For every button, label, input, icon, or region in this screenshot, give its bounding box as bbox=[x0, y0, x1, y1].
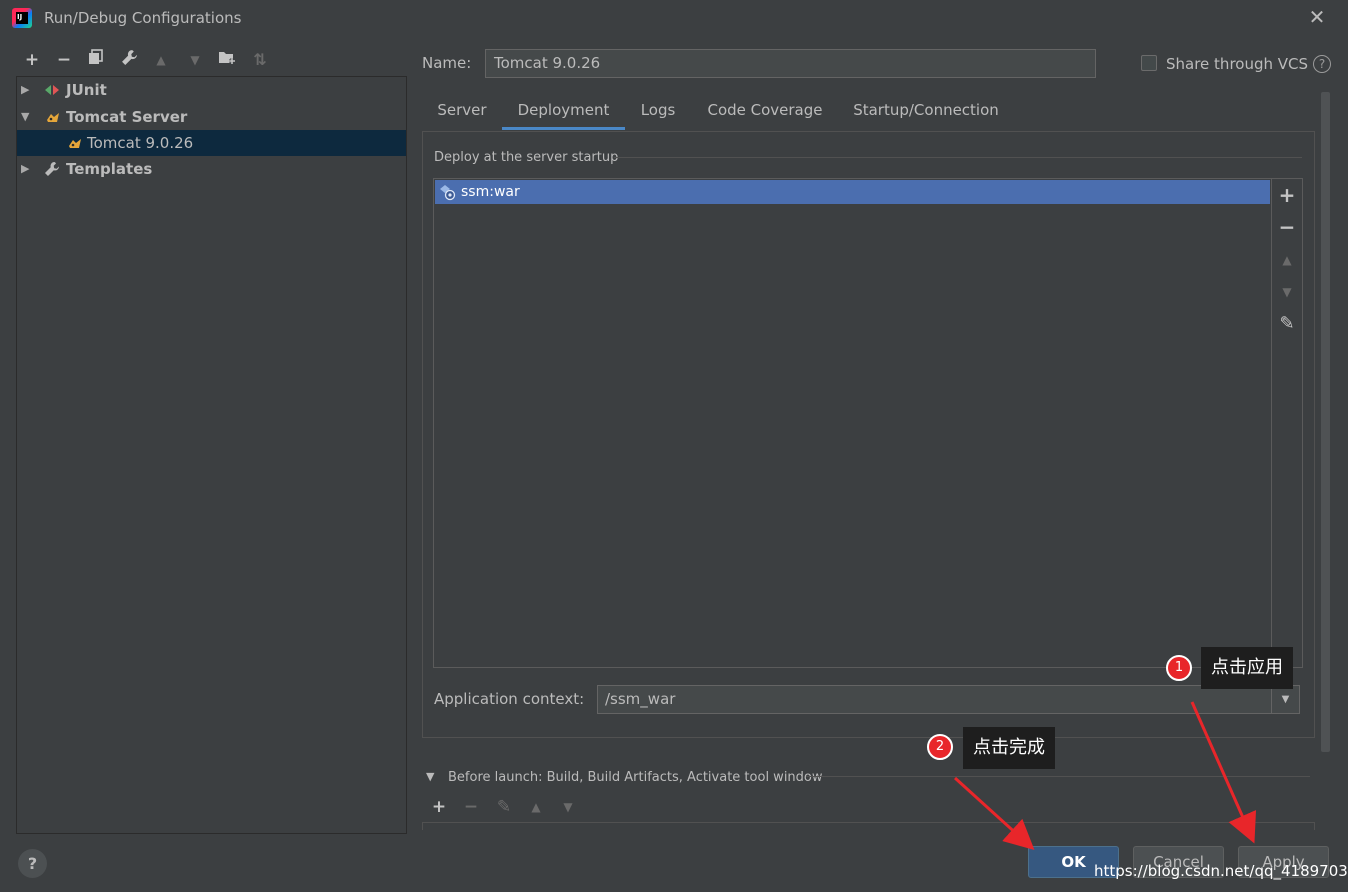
annotation-arrow-apply bbox=[1190, 701, 1257, 844]
annotation-badge-2: 2 bbox=[927, 734, 953, 760]
annotation-note-1: 点击应用 bbox=[1201, 647, 1293, 689]
annotation-arrows bbox=[953, 701, 1257, 851]
annotation-arrow-ok bbox=[953, 776, 1035, 851]
watermark: https://blog.csdn.net/qq_41897030 bbox=[1094, 862, 1348, 880]
annotation-note-2: 点击完成 bbox=[963, 727, 1055, 769]
annotation-badge-1: 1 bbox=[1166, 655, 1192, 681]
